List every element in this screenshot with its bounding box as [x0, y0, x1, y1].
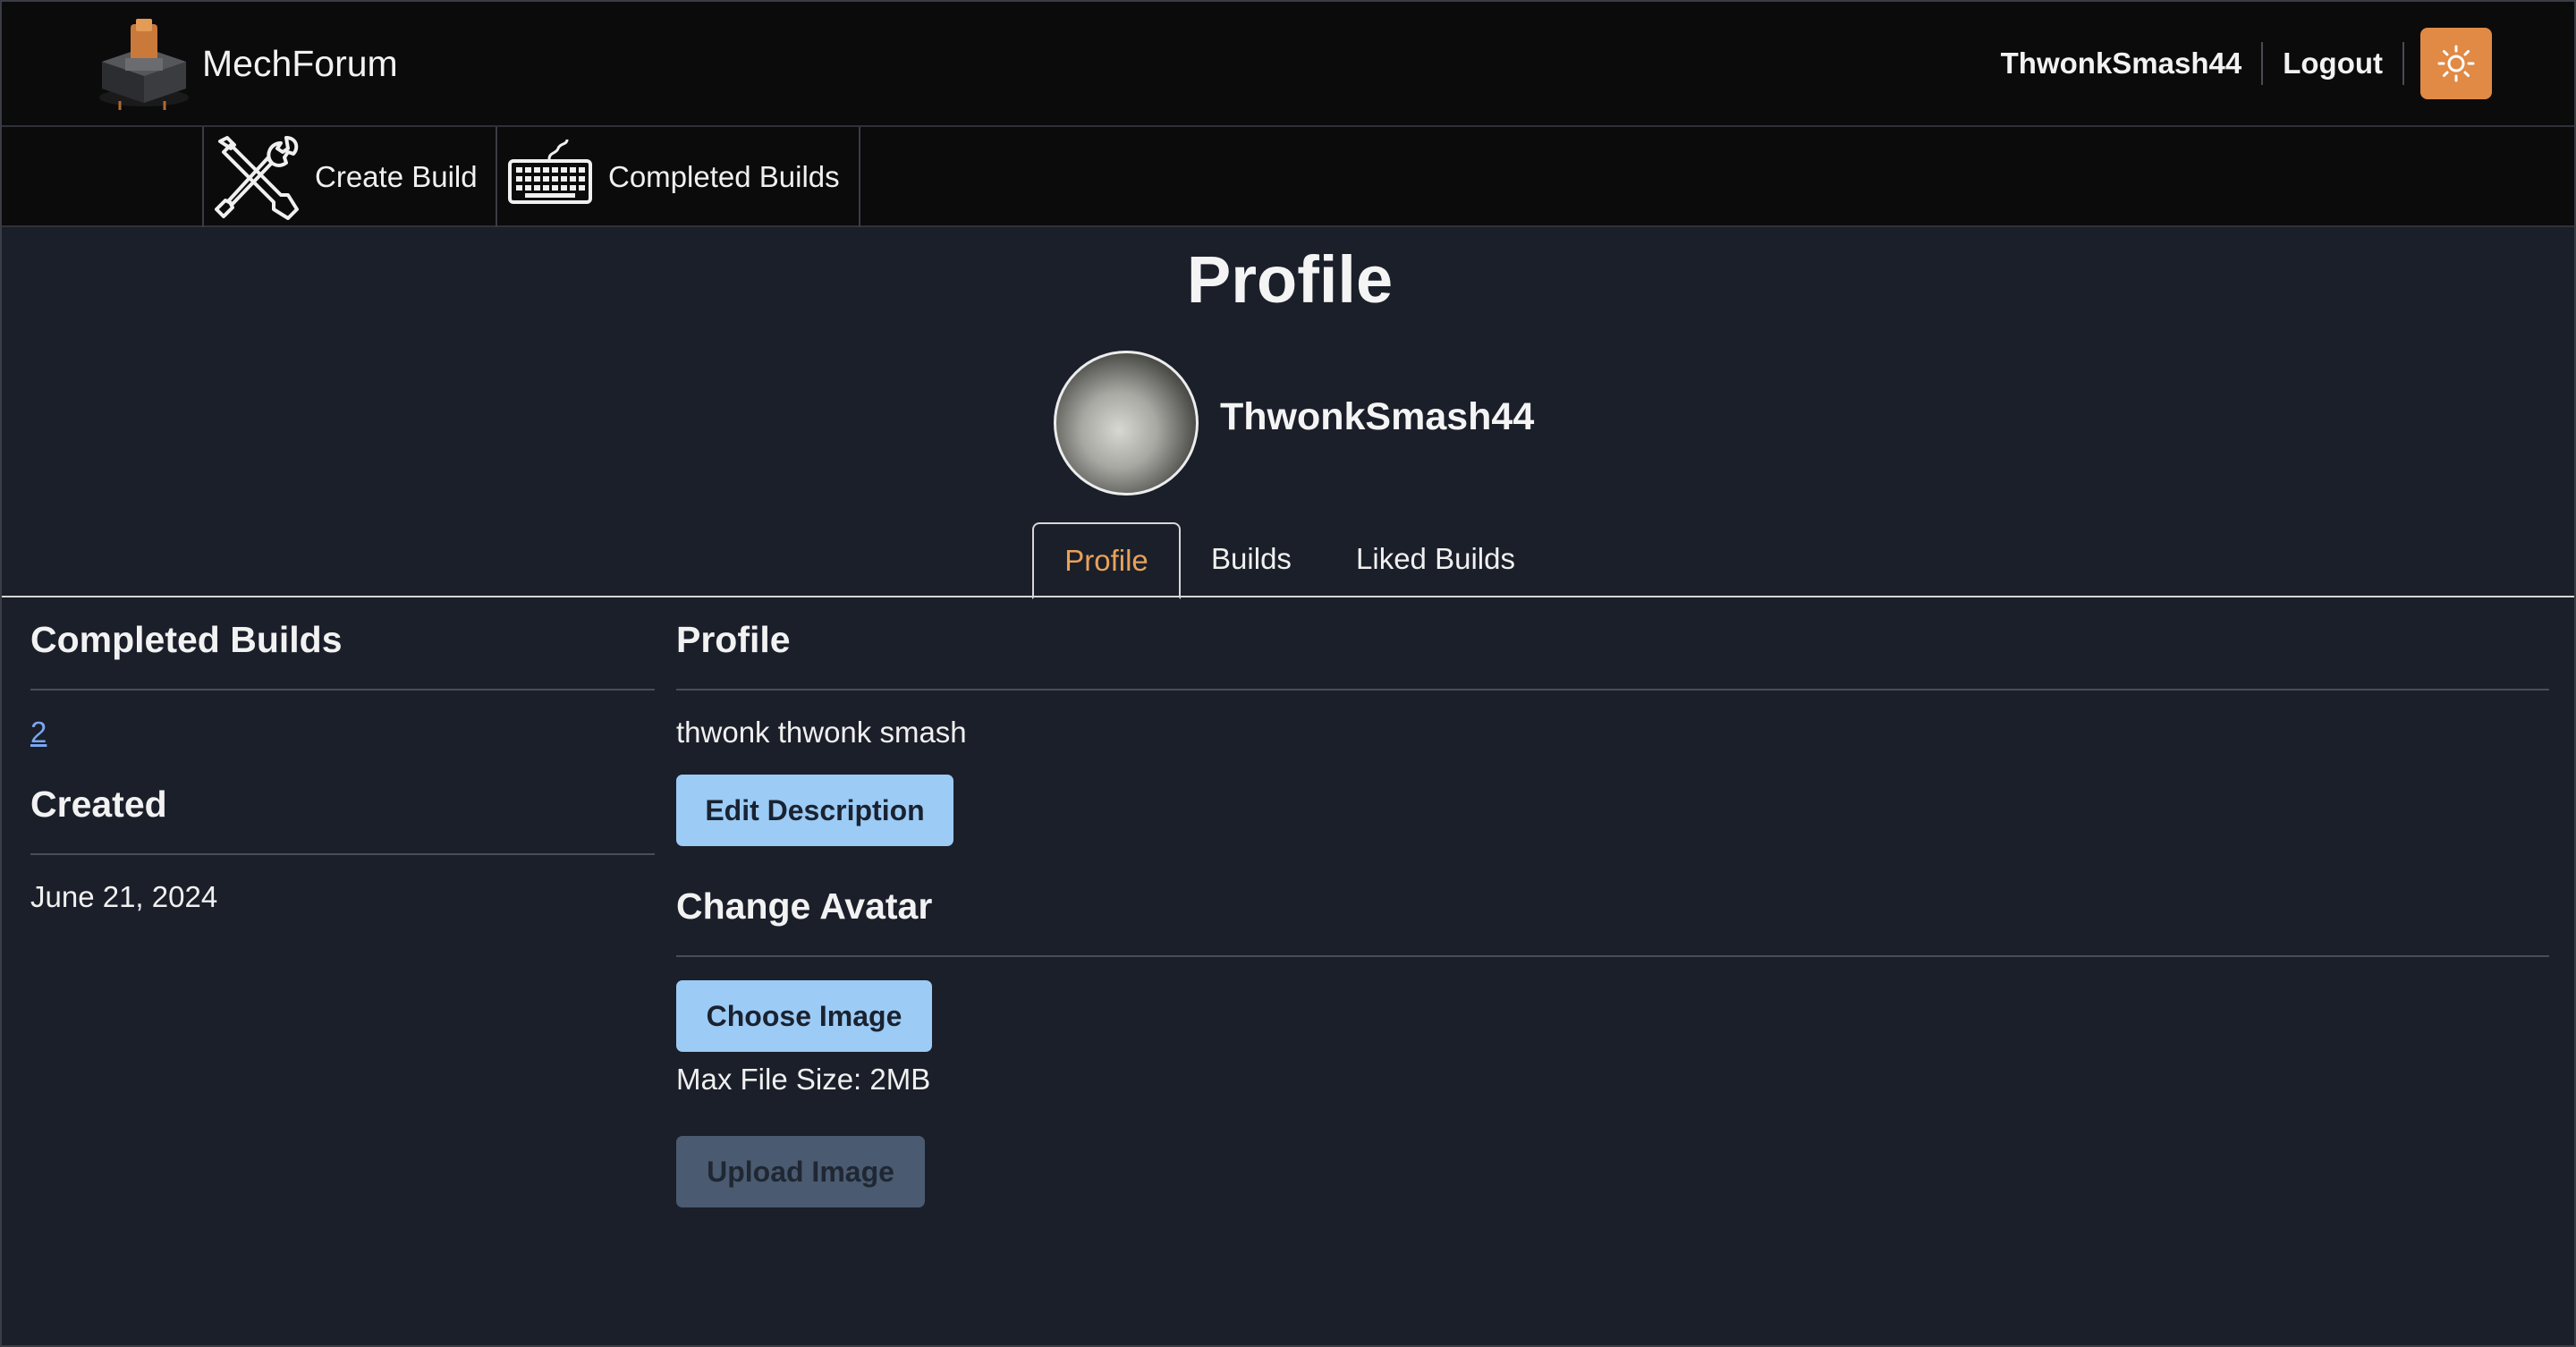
profile-description: thwonk thwonk smash	[676, 716, 967, 749]
nav-create-label: Create Build	[315, 160, 478, 193]
avatar	[1054, 351, 1199, 496]
top-bar: MechForum ThwonkSmash44 Logout	[2, 2, 2574, 127]
nav-bar: Create Build Completed Builds	[2, 127, 2574, 227]
max-file-size-note: Max File Size: 2MB	[676, 1063, 931, 1096]
app-window: MechForum ThwonkSmash44 Logout Create Bu…	[0, 0, 2576, 1347]
brand-name: MechForum	[202, 42, 398, 84]
tools-icon	[215, 136, 299, 220]
change-avatar-heading: Change Avatar	[676, 885, 2549, 957]
theme-toggle-button[interactable]	[2420, 28, 2492, 99]
tab-profile[interactable]: Profile	[1032, 522, 1181, 599]
edit-description-button[interactable]: Edit Description	[676, 775, 953, 846]
brand-link[interactable]: MechForum	[93, 14, 398, 113]
tab-builds[interactable]: Builds	[1200, 522, 1302, 597]
profile-section-heading: Profile	[676, 619, 2549, 690]
logout-link[interactable]: Logout	[2263, 42, 2404, 85]
created-date: June 21, 2024	[30, 880, 218, 913]
profile-details: Profile thwonk thwonk smash Edit Descrip…	[676, 619, 2549, 1207]
choose-image-button[interactable]: Choose Image	[676, 980, 932, 1052]
nav-completed-builds[interactable]: Completed Builds	[496, 127, 860, 227]
tab-liked-builds[interactable]: Liked Builds	[1342, 522, 1530, 597]
page-title: Profile	[1186, 242, 1394, 317]
profile-tabs: Profile Builds Liked Builds	[2, 522, 2574, 599]
completed-builds-heading: Completed Builds	[30, 619, 655, 690]
upload-image-button[interactable]: Upload Image	[676, 1136, 925, 1207]
keyboard-icon	[508, 139, 592, 204]
user-area: ThwonkSmash44 Logout	[2001, 27, 2492, 100]
profile-username: ThwonkSmash44	[1220, 395, 1535, 438]
completed-builds-count-link[interactable]: 2	[30, 716, 655, 751]
sun-icon	[2437, 45, 2475, 82]
created-heading: Created	[30, 784, 655, 855]
username-link[interactable]: ThwonkSmash44	[2001, 42, 2264, 85]
nav-completed-label: Completed Builds	[608, 160, 840, 193]
keyboard-switch-logo-icon	[99, 19, 189, 110]
nav-create-build[interactable]: Create Build	[202, 127, 496, 227]
profile-stats: Completed Builds 2 Created June 21, 2024	[30, 619, 655, 916]
